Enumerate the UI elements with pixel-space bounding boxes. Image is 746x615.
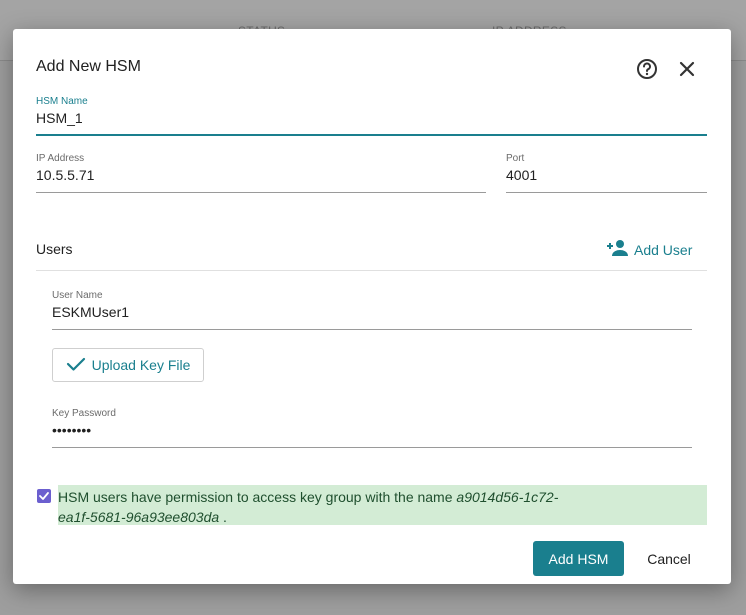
hsm-name-underline xyxy=(36,134,707,136)
cancel-button[interactable]: Cancel xyxy=(635,541,703,576)
ip-address-input[interactable] xyxy=(36,166,486,184)
key-password-input[interactable] xyxy=(52,421,692,439)
help-icon[interactable] xyxy=(634,56,660,82)
permission-row: HSM users have permission to access key … xyxy=(36,485,707,525)
users-section-label: Users xyxy=(36,241,73,257)
add-user-label: Add User xyxy=(634,241,693,258)
key-password-underline xyxy=(52,447,692,448)
ip-address-underline xyxy=(36,192,486,193)
port-underline xyxy=(506,192,707,193)
users-divider xyxy=(36,270,707,271)
permission-checkbox[interactable] xyxy=(37,489,51,503)
permission-text: HSM users have permission to access key … xyxy=(58,489,457,505)
port-input[interactable] xyxy=(506,166,707,184)
ip-address-label: IP Address xyxy=(36,153,85,164)
hsm-name-input[interactable] xyxy=(36,109,707,127)
ip-address-field: IP Address xyxy=(36,153,486,193)
add-hsm-button[interactable]: Add HSM xyxy=(533,541,624,576)
key-group-name-part1: a9014d56-1c72- xyxy=(456,489,559,505)
checkmark-icon xyxy=(39,492,49,500)
user-name-field: User Name xyxy=(52,290,692,330)
check-icon xyxy=(66,356,86,375)
upload-key-file-button[interactable]: Upload Key File xyxy=(52,348,204,382)
permission-message: HSM users have permission to access key … xyxy=(58,485,707,525)
user-name-label: User Name xyxy=(52,290,103,301)
key-password-label: Key Password xyxy=(52,408,116,419)
upload-key-file-label: Upload Key File xyxy=(91,357,191,373)
key-group-name-part2: ea1f-5681-96a93ee803da xyxy=(58,509,220,525)
key-password-field: Key Password xyxy=(52,408,692,448)
hsm-name-field: HSM Name xyxy=(36,96,707,136)
port-label: Port xyxy=(506,153,525,164)
port-field: Port xyxy=(506,153,707,193)
user-name-input[interactable] xyxy=(52,303,692,321)
add-user-button[interactable]: Add User xyxy=(606,238,692,261)
hsm-name-label: HSM Name xyxy=(36,96,88,107)
person-add-icon xyxy=(606,238,630,261)
dialog-title: Add New HSM xyxy=(36,58,141,75)
add-hsm-dialog: Add New HSM HSM Name IP Address Port Use… xyxy=(13,29,731,584)
close-icon[interactable] xyxy=(674,56,700,82)
user-name-underline xyxy=(52,329,692,330)
permission-suffix: . xyxy=(219,509,227,525)
